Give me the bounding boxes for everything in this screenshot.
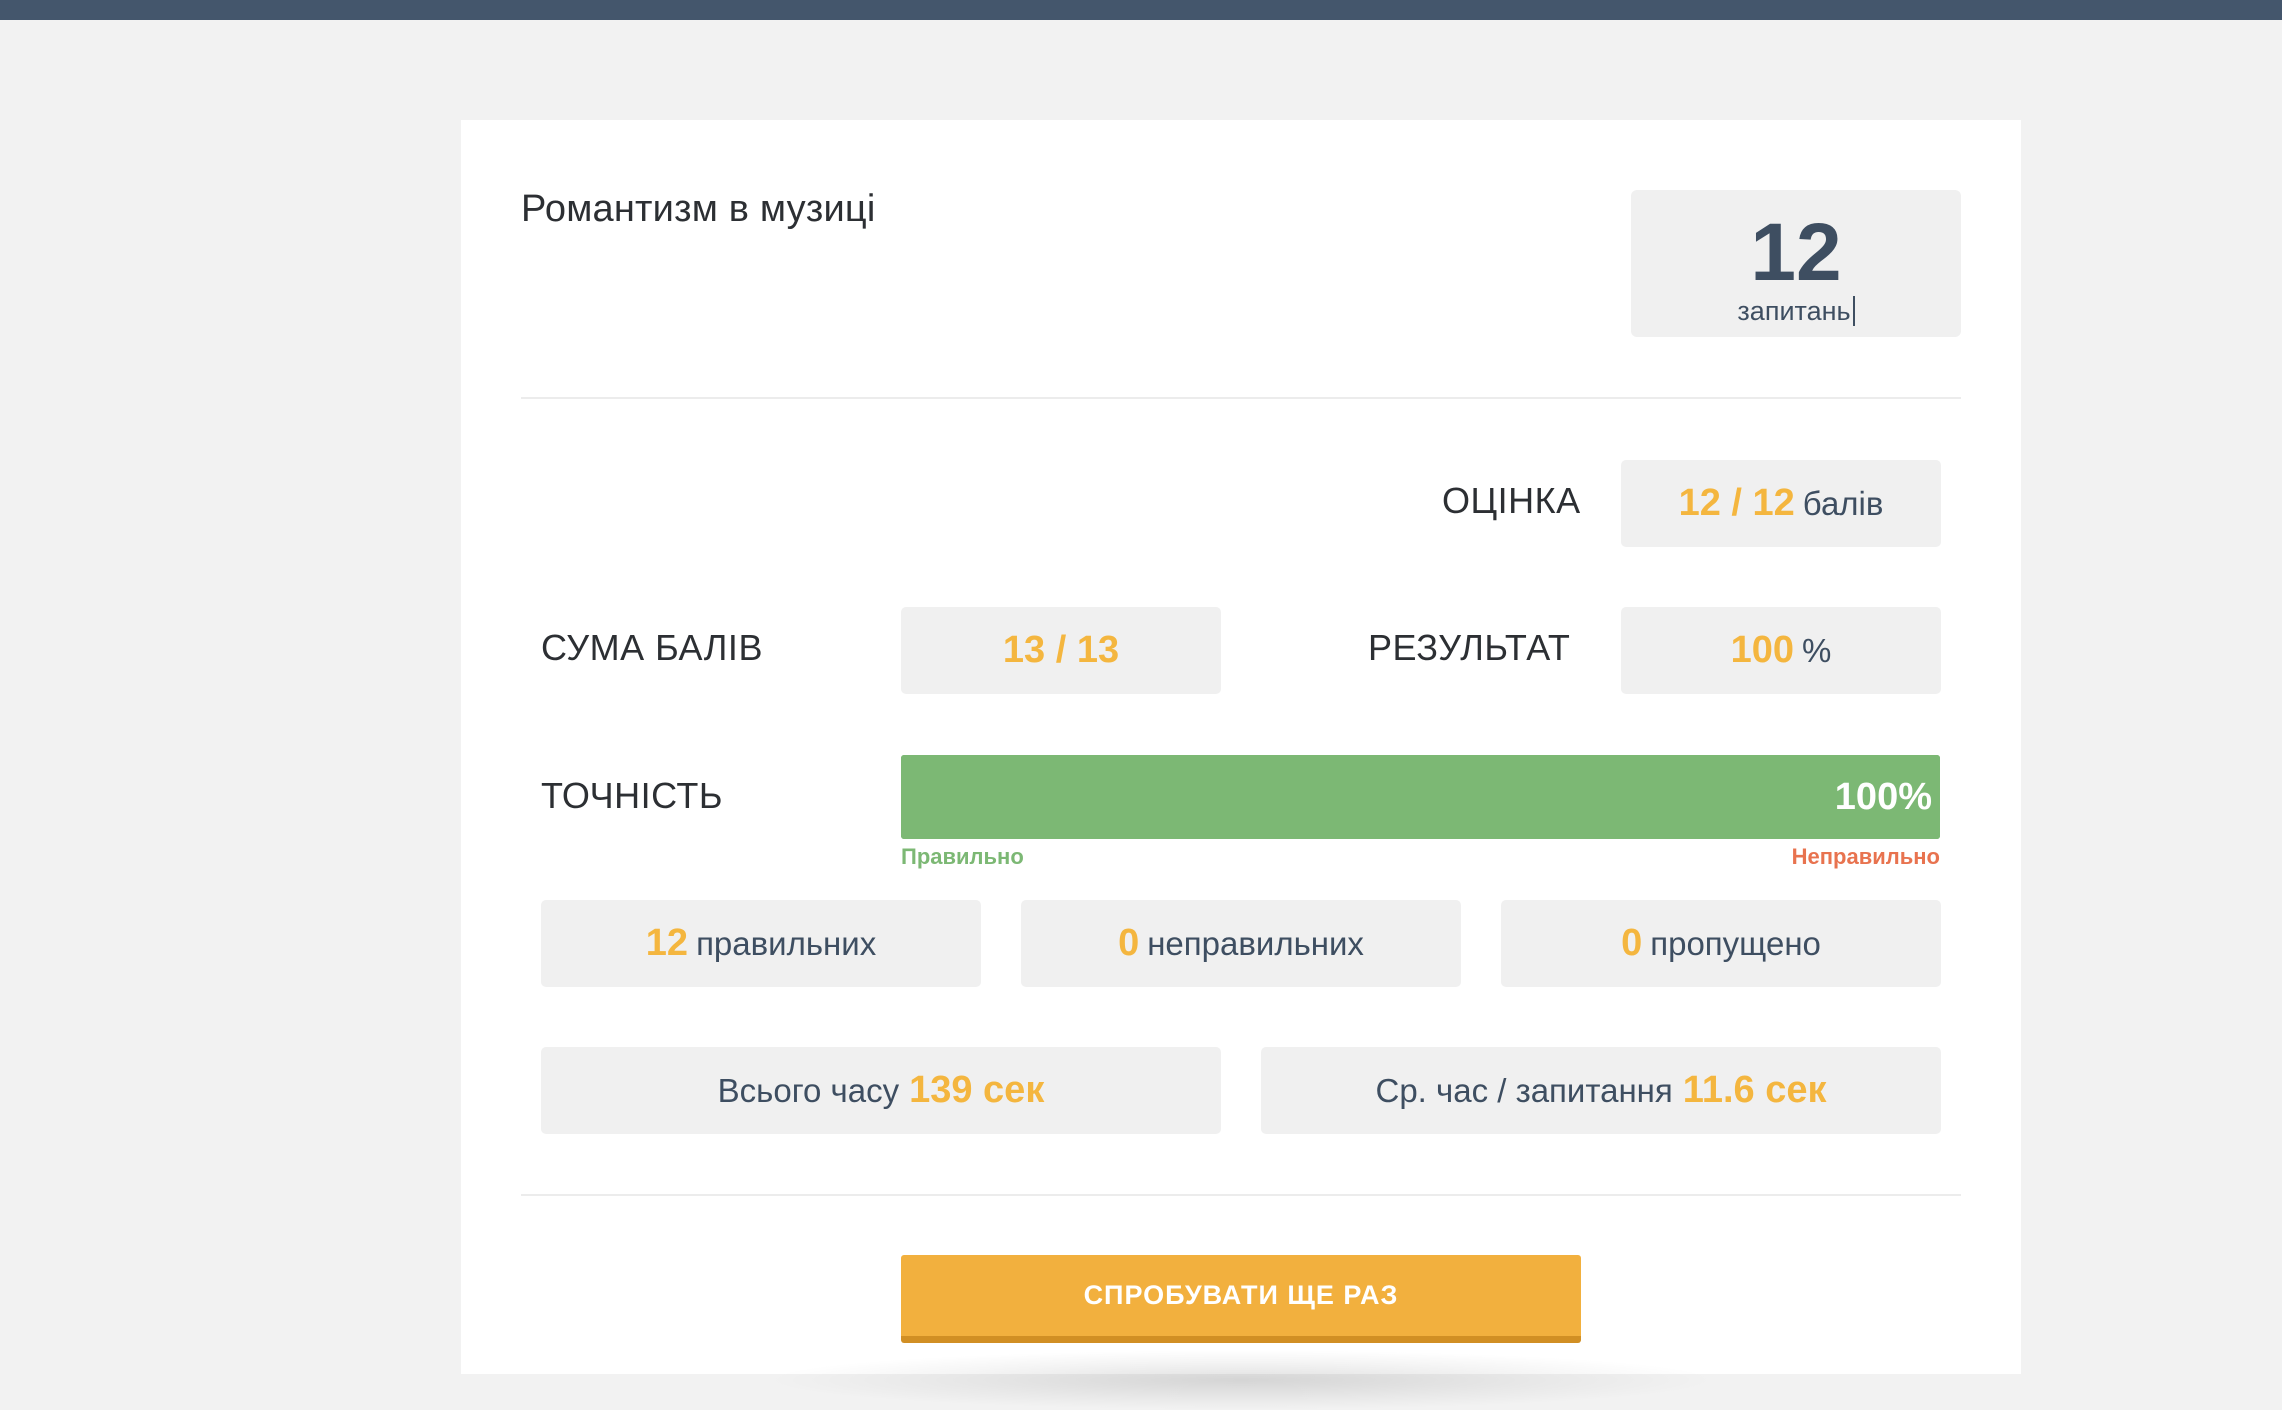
retry-button[interactable]: СПРОБУВАТИ ЩЕ РАЗ — [901, 1255, 1581, 1343]
accuracy-percent: 100% — [1834, 776, 1932, 818]
correct-answers-box: 12 правильних — [541, 900, 981, 987]
divider-top — [521, 397, 1961, 399]
points-sum-label: СУМА БАЛІВ — [541, 627, 763, 668]
avg-time-box: Ср. час / запитання 11.6 сек — [1261, 1047, 1941, 1134]
wrong-label: неправильних — [1147, 924, 1364, 962]
question-count-box: 12 запитань — [1631, 190, 1961, 337]
accuracy-progress-fill — [901, 755, 1940, 839]
result-label: РЕЗУЛЬТАТ — [1368, 627, 1571, 668]
legend-correct: Правильно — [901, 844, 1024, 869]
wrong-count: 0 — [1118, 922, 1140, 964]
result-unit: % — [1802, 631, 1832, 669]
score-value: 12 / 12 — [1678, 482, 1795, 524]
result-value: 100 — [1730, 629, 1795, 671]
skipped-label: пропущено — [1650, 924, 1821, 962]
avg-time-value: 11.6 сек — [1682, 1069, 1827, 1111]
total-time-box: Всього часу 139 сек — [541, 1047, 1221, 1134]
correct-label: правильних — [696, 924, 877, 962]
quiz-results-card: Романтизм в музиці 12 запитань ОЦІНКА 12… — [461, 120, 2021, 1410]
points-sum-box: 13 / 13 — [901, 607, 1221, 694]
avg-time-label: Ср. час / запитання — [1375, 1071, 1673, 1109]
button-shadow — [761, 1350, 1721, 1410]
wrong-answers-box: 0 неправильних — [1021, 900, 1461, 987]
legend-wrong: Неправильно — [1791, 844, 1940, 869]
quiz-title: Романтизм в музиці — [521, 188, 876, 230]
correct-count: 12 — [645, 922, 689, 964]
total-time-value: 139 сек — [909, 1069, 1045, 1111]
top-bar — [0, 0, 2282, 20]
total-time-label: Всього часу — [717, 1071, 900, 1109]
score-label: ОЦІНКА — [1442, 480, 1581, 521]
question-count: 12 — [1750, 207, 1842, 298]
result-box: 100 % — [1621, 607, 1941, 694]
question-count-label: запитань — [1737, 296, 1855, 326]
score-unit: балів — [1802, 484, 1884, 522]
divider-bottom — [521, 1194, 1961, 1196]
skipped-count: 0 — [1621, 922, 1643, 964]
score-box: 12 / 12 балів — [1621, 460, 1941, 547]
points-sum-value: 13 / 13 — [1002, 629, 1120, 671]
accuracy-label: ТОЧНІСТЬ — [541, 775, 723, 816]
skipped-answers-box: 0 пропущено — [1501, 900, 1941, 987]
accuracy-progress-bar: 100% — [901, 755, 1940, 839]
